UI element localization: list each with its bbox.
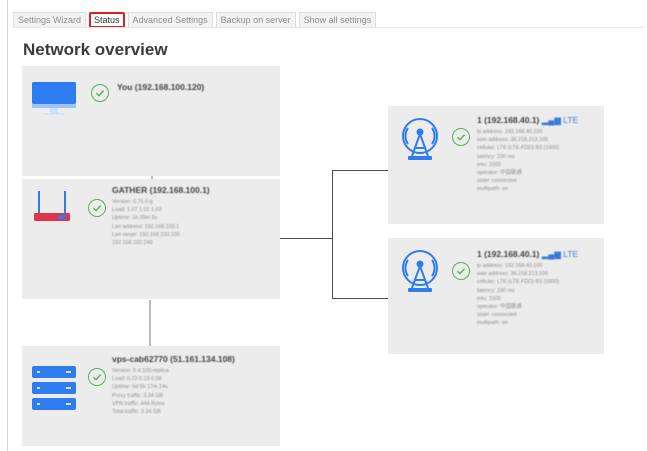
- node-title: You (192.168.100.120): [117, 82, 205, 92]
- signal-icon: ▂▄▆: [541, 249, 561, 259]
- node-info-list: ip address: 192.168.40.100 wan address: …: [477, 128, 559, 194]
- info-line: state: connected: [477, 312, 517, 319]
- node-title-text: 1 (192.168.40.1): [477, 249, 540, 259]
- connector-gateway-trunk: [280, 238, 333, 239]
- status-ok-icon: [88, 368, 106, 386]
- info-line: operator: 中国联通: [477, 170, 522, 177]
- tab-backup-on-server[interactable]: Backup on server: [215, 12, 296, 28]
- info-line: cellular: LTE (LTE-FDD) B3 (1800): [477, 145, 560, 152]
- info-line: Version: 0.75.0-g: [112, 199, 153, 205]
- tab-show-all-settings[interactable]: Show all settings: [298, 12, 377, 28]
- cell-tower-icon: [398, 116, 442, 167]
- network-type: LTE: [563, 115, 579, 125]
- info-line: multipath: on: [477, 320, 508, 327]
- server-icon: [30, 364, 78, 419]
- info-line: VPN traffic: 444 Bytes: [112, 400, 165, 407]
- info-line: latency: 230 ms: [477, 287, 515, 294]
- cell-tower-icon: [398, 248, 442, 299]
- network-type: LTE: [563, 249, 579, 259]
- node-info-list: ip address: 192.168.40.100 wan address: …: [477, 262, 559, 328]
- info-line: Proxy traffic: 3.34 GB: [112, 392, 164, 399]
- info-line: multipath: on: [477, 186, 508, 193]
- signal-icon: ▂▄▆: [541, 115, 561, 125]
- node-card-modem-1[interactable]: 1 (192.168.40.1) ▂▄▆ LTE ip address: 192…: [388, 106, 604, 224]
- monitor-icon: [30, 80, 78, 121]
- status-ok-icon: [91, 84, 109, 102]
- connector-gateway-server: [149, 300, 151, 348]
- tab-bar: Settings Wizard Status Advanced Settings…: [13, 12, 379, 28]
- connector-trunk-vertical: [332, 170, 333, 299]
- info-line: state: connected: [477, 178, 517, 185]
- info-line: cellular: LTE (LTE-FDD) B3 (1800): [477, 279, 560, 286]
- info-line: mtu: 1500: [477, 295, 501, 302]
- node-card-you[interactable]: You (192.168.100.120): [22, 66, 280, 176]
- info-line: Uptime: 5d 5h 17m 14s: [112, 384, 168, 391]
- status-ok-icon: [452, 128, 470, 146]
- node-title: GATHER (192.168.100.1): [112, 185, 210, 195]
- info-line: wan address: 36.218.213.105: [477, 137, 549, 144]
- router-icon: [30, 189, 74, 230]
- node-card-modem-2[interactable]: 1 (192.168.40.1) ▂▄▆ LTE ip address: 192…: [388, 238, 604, 354]
- info-line: Uptime: 1h 39m 5s: [112, 215, 158, 222]
- tab-status[interactable]: Status: [89, 12, 125, 28]
- tab-advanced-settings[interactable]: Advanced Settings: [127, 12, 213, 28]
- page-title: Network overview: [23, 40, 168, 59]
- node-info-list: Version: 0.4.100-replica Load: 0.23 0.19…: [112, 367, 169, 416]
- info-line: Lan range: 192.168.100.100 -: [112, 231, 184, 238]
- info-line: Load: 0.23 0.19 0.08: [112, 376, 162, 383]
- info-line: latency: 230 ms: [477, 153, 515, 160]
- node-title-text: 1 (192.168.40.1): [477, 115, 540, 125]
- info-line: Load: 1.07 1.01 1.03: [112, 207, 162, 214]
- window-border: [7, 0, 8, 451]
- info-line: ip address: 192.168.40.100: [477, 129, 543, 135]
- info-line: ip address: 192.168.40.100: [477, 263, 543, 269]
- info-line: Version: 0.4.100-replica: [112, 368, 169, 374]
- info-line: wan address: 36.218.213.105: [477, 271, 549, 278]
- info-line: mtu: 1500: [477, 161, 501, 168]
- info-line: Lan address: 192.168.100.1: [112, 223, 180, 230]
- connector-trunk-modem1: [332, 170, 388, 171]
- info-line: 192.168.100.249: [112, 240, 153, 247]
- node-title: 1 (192.168.40.1) ▂▄▆ LTE: [477, 249, 578, 260]
- connector-trunk-modem2: [332, 298, 388, 299]
- tab-bar-divider: [13, 27, 644, 28]
- tab-settings-wizard[interactable]: Settings Wizard: [13, 12, 87, 28]
- node-card-server[interactable]: vps-cab62770 (51.161.134.108) Version: 0…: [22, 346, 280, 446]
- node-card-gateway[interactable]: GATHER (192.168.100.1) Version: 0.75.0-g…: [22, 179, 280, 299]
- status-ok-icon: [88, 199, 106, 217]
- info-line: Total traffic: 3.34 GB: [112, 409, 161, 416]
- status-ok-icon: [452, 262, 470, 280]
- node-info-list: Version: 0.75.0-g Load: 1.07 1.01 1.03 U…: [112, 198, 183, 247]
- node-title: vps-cab62770 (51.161.134.108): [112, 354, 235, 364]
- node-title: 1 (192.168.40.1) ▂▄▆ LTE: [477, 115, 578, 126]
- info-line: operator: 中国联通: [477, 304, 522, 311]
